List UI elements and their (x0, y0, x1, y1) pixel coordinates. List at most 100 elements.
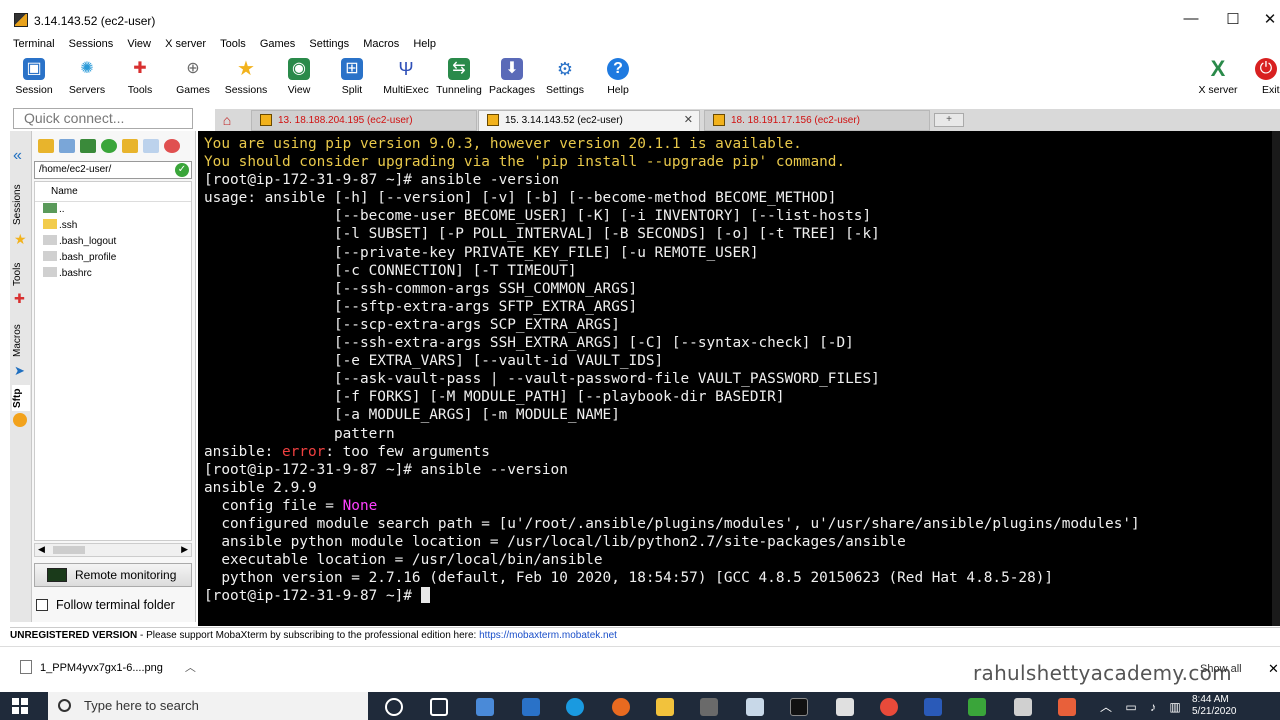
terminal-tab-icon (713, 114, 725, 126)
sidebar-tab-tools[interactable]: Tools (12, 259, 30, 289)
list-item[interactable]: .bashrc (35, 266, 191, 282)
scroll-left-icon[interactable]: ◀ (38, 544, 45, 555)
toolbar-sessions-button[interactable]: ★ Sessions (217, 56, 275, 96)
check-icon[interactable]: ✓ (175, 163, 189, 177)
checkbox-box[interactable] (36, 599, 48, 611)
menu-settings[interactable]: Settings (309, 38, 349, 50)
mobatek-link[interactable]: https://mobaxterm.mobatek.net (479, 630, 617, 641)
toolbar-exit-button[interactable]: ⏻ Exit (1246, 56, 1280, 96)
cortana-icon[interactable] (385, 698, 403, 716)
taskbar-search-input[interactable]: Type here to search (48, 692, 368, 720)
download-item[interactable]: 1_PPM4yvx7gx1-6....png ︿ (20, 659, 196, 675)
menu-terminal[interactable]: Terminal (13, 38, 55, 50)
menu-x-server[interactable]: X server (165, 38, 206, 50)
toolbar-servers-button[interactable]: ✺ Servers (58, 56, 116, 96)
column-header-name[interactable]: Name (35, 182, 191, 202)
toolbar-packages-button[interactable]: ⬇ Packages (483, 56, 541, 96)
menu-macros[interactable]: Macros (363, 38, 399, 50)
list-item[interactable]: .. (35, 202, 191, 218)
file-icon (43, 235, 57, 245)
camtasia-icon[interactable] (968, 698, 986, 716)
network-icon[interactable]: ▥ (1169, 700, 1180, 714)
new-tab-button[interactable]: + (934, 113, 964, 127)
store-icon[interactable] (476, 698, 494, 716)
file-explorer-icon[interactable] (656, 698, 674, 716)
tab-session-18[interactable]: 18. 18.191.17.156 (ec2-user) (704, 110, 930, 131)
menu-sessions[interactable]: Sessions (69, 38, 114, 50)
horizontal-scrollbar[interactable]: ◀ ▶ (34, 543, 192, 557)
volume-icon[interactable]: ♪ (1150, 700, 1156, 714)
windows-start-icon[interactable] (12, 698, 28, 714)
folder-up-icon[interactable] (38, 139, 54, 153)
notepad-icon[interactable] (746, 698, 764, 716)
calculator-icon[interactable] (1014, 698, 1032, 716)
firefox-icon[interactable] (612, 698, 630, 716)
sftp-path-field[interactable]: /home/ec2-user/ ✓ (34, 161, 192, 179)
toolbar-games-button[interactable]: ⊕ Games (164, 56, 222, 96)
maximize-button[interactable]: ☐ (1221, 10, 1245, 30)
word-icon[interactable] (924, 698, 942, 716)
chevron-up-icon[interactable]: ︿ (185, 662, 196, 674)
new-folder-icon[interactable] (122, 139, 139, 153)
new-file-icon[interactable] (143, 139, 160, 153)
toolbar-x-server-button[interactable]: X X server (1189, 56, 1247, 97)
toolbar-tunneling-button[interactable]: ⇆ Tunneling (430, 56, 488, 96)
list-item[interactable]: .bash_profile (35, 250, 191, 266)
terminal-text-segment: None (342, 497, 378, 514)
home-tab-icon[interactable]: ⌂ (217, 111, 237, 129)
windows-taskbar: Type here to search ︿ ▭ ♪ ▥ 8:44 AM 5/21… (0, 692, 1280, 720)
terminal-line: config file = None (204, 497, 1280, 515)
terminal-text-segment: python version = 2.7.16 (default, Feb 10… (204, 570, 1054, 587)
toolbar-settings-button[interactable]: ⚙ Settings (536, 56, 594, 96)
refresh-icon[interactable] (101, 139, 118, 153)
cmd-icon[interactable] (790, 698, 808, 716)
scroll-right-icon[interactable]: ▶ (181, 544, 188, 555)
show-all-button[interactable]: Show all (1200, 663, 1242, 675)
toolbar-session-button[interactable]: ▣ Session (5, 56, 63, 96)
edge-icon[interactable] (566, 698, 584, 716)
sidebar-tab-macros[interactable]: Macros (12, 321, 30, 361)
menu-games[interactable]: Games (260, 38, 295, 50)
task-view-icon[interactable] (430, 698, 448, 716)
mobaxterm-taskbar-icon[interactable] (700, 698, 718, 716)
menu-tools[interactable]: Tools (220, 38, 246, 50)
scrollbar-thumb[interactable] (53, 546, 85, 554)
follow-terminal-folder-checkbox[interactable]: Follow terminal folder (34, 597, 194, 613)
toolbar-tools-button[interactable]: ✚ Tools (111, 56, 169, 96)
toolbar-view-button[interactable]: ◉ View (270, 56, 328, 96)
sidebar-tab-sftp[interactable]: Sftp (12, 385, 30, 411)
menu-help[interactable]: Help (413, 38, 436, 50)
terminal-scrollbar[interactable] (1272, 131, 1280, 626)
list-item[interactable]: .bash_logout (35, 234, 191, 250)
tab-close-icon[interactable]: ✕ (684, 111, 693, 130)
view-icon: ◉ (288, 58, 310, 80)
upload-icon[interactable] (80, 139, 97, 153)
tab-session-15[interactable]: 15. 3.14.143.52 (ec2-user) ✕ (478, 110, 700, 131)
terminal-line: [root@ip-172-31-9-87 ~]# (204, 587, 1280, 605)
menu-view[interactable]: View (127, 38, 151, 50)
quick-connect-input[interactable]: Quick connect... (13, 108, 193, 129)
download-icon[interactable] (59, 139, 76, 153)
taskbar-clock[interactable]: 8:44 AM 5/21/2020 (1192, 694, 1237, 718)
collapse-sidebar-icon[interactable]: « (13, 147, 22, 165)
terminal-output[interactable]: You are using pip version 9.0.3, however… (198, 131, 1280, 626)
app-icon[interactable] (1058, 698, 1076, 716)
printer-icon[interactable] (836, 698, 854, 716)
toolbar-help-button[interactable]: ? Help (589, 56, 647, 96)
mail-icon[interactable] (522, 698, 540, 716)
chrome-icon[interactable] (880, 698, 898, 716)
sidebar-tab-sessions[interactable]: Sessions (12, 181, 30, 229)
battery-icon[interactable]: ▭ (1125, 700, 1136, 714)
toolbar-split-button[interactable]: ⊞ Split (323, 56, 381, 96)
download-bar-close-icon[interactable]: ✕ (1268, 661, 1279, 677)
minimize-button[interactable]: — (1179, 10, 1203, 30)
terminal-line: python version = 2.7.16 (default, Feb 10… (204, 569, 1280, 587)
list-item[interactable]: .ssh (35, 218, 191, 234)
delete-icon[interactable] (164, 139, 181, 153)
terminal-text-segment: [--ssh-extra-args SSH_EXTRA_ARGS] [-C] [… (204, 335, 854, 352)
close-button[interactable]: ✕ (1258, 10, 1280, 30)
remote-monitoring-button[interactable]: Remote monitoring (34, 563, 192, 587)
tab-session-13[interactable]: 13. 18.188.204.195 (ec2-user) (251, 110, 477, 131)
chevron-up-icon[interactable]: ︿ (1100, 700, 1112, 714)
toolbar-multiexec-button[interactable]: Ψ MultiExec (377, 56, 435, 96)
